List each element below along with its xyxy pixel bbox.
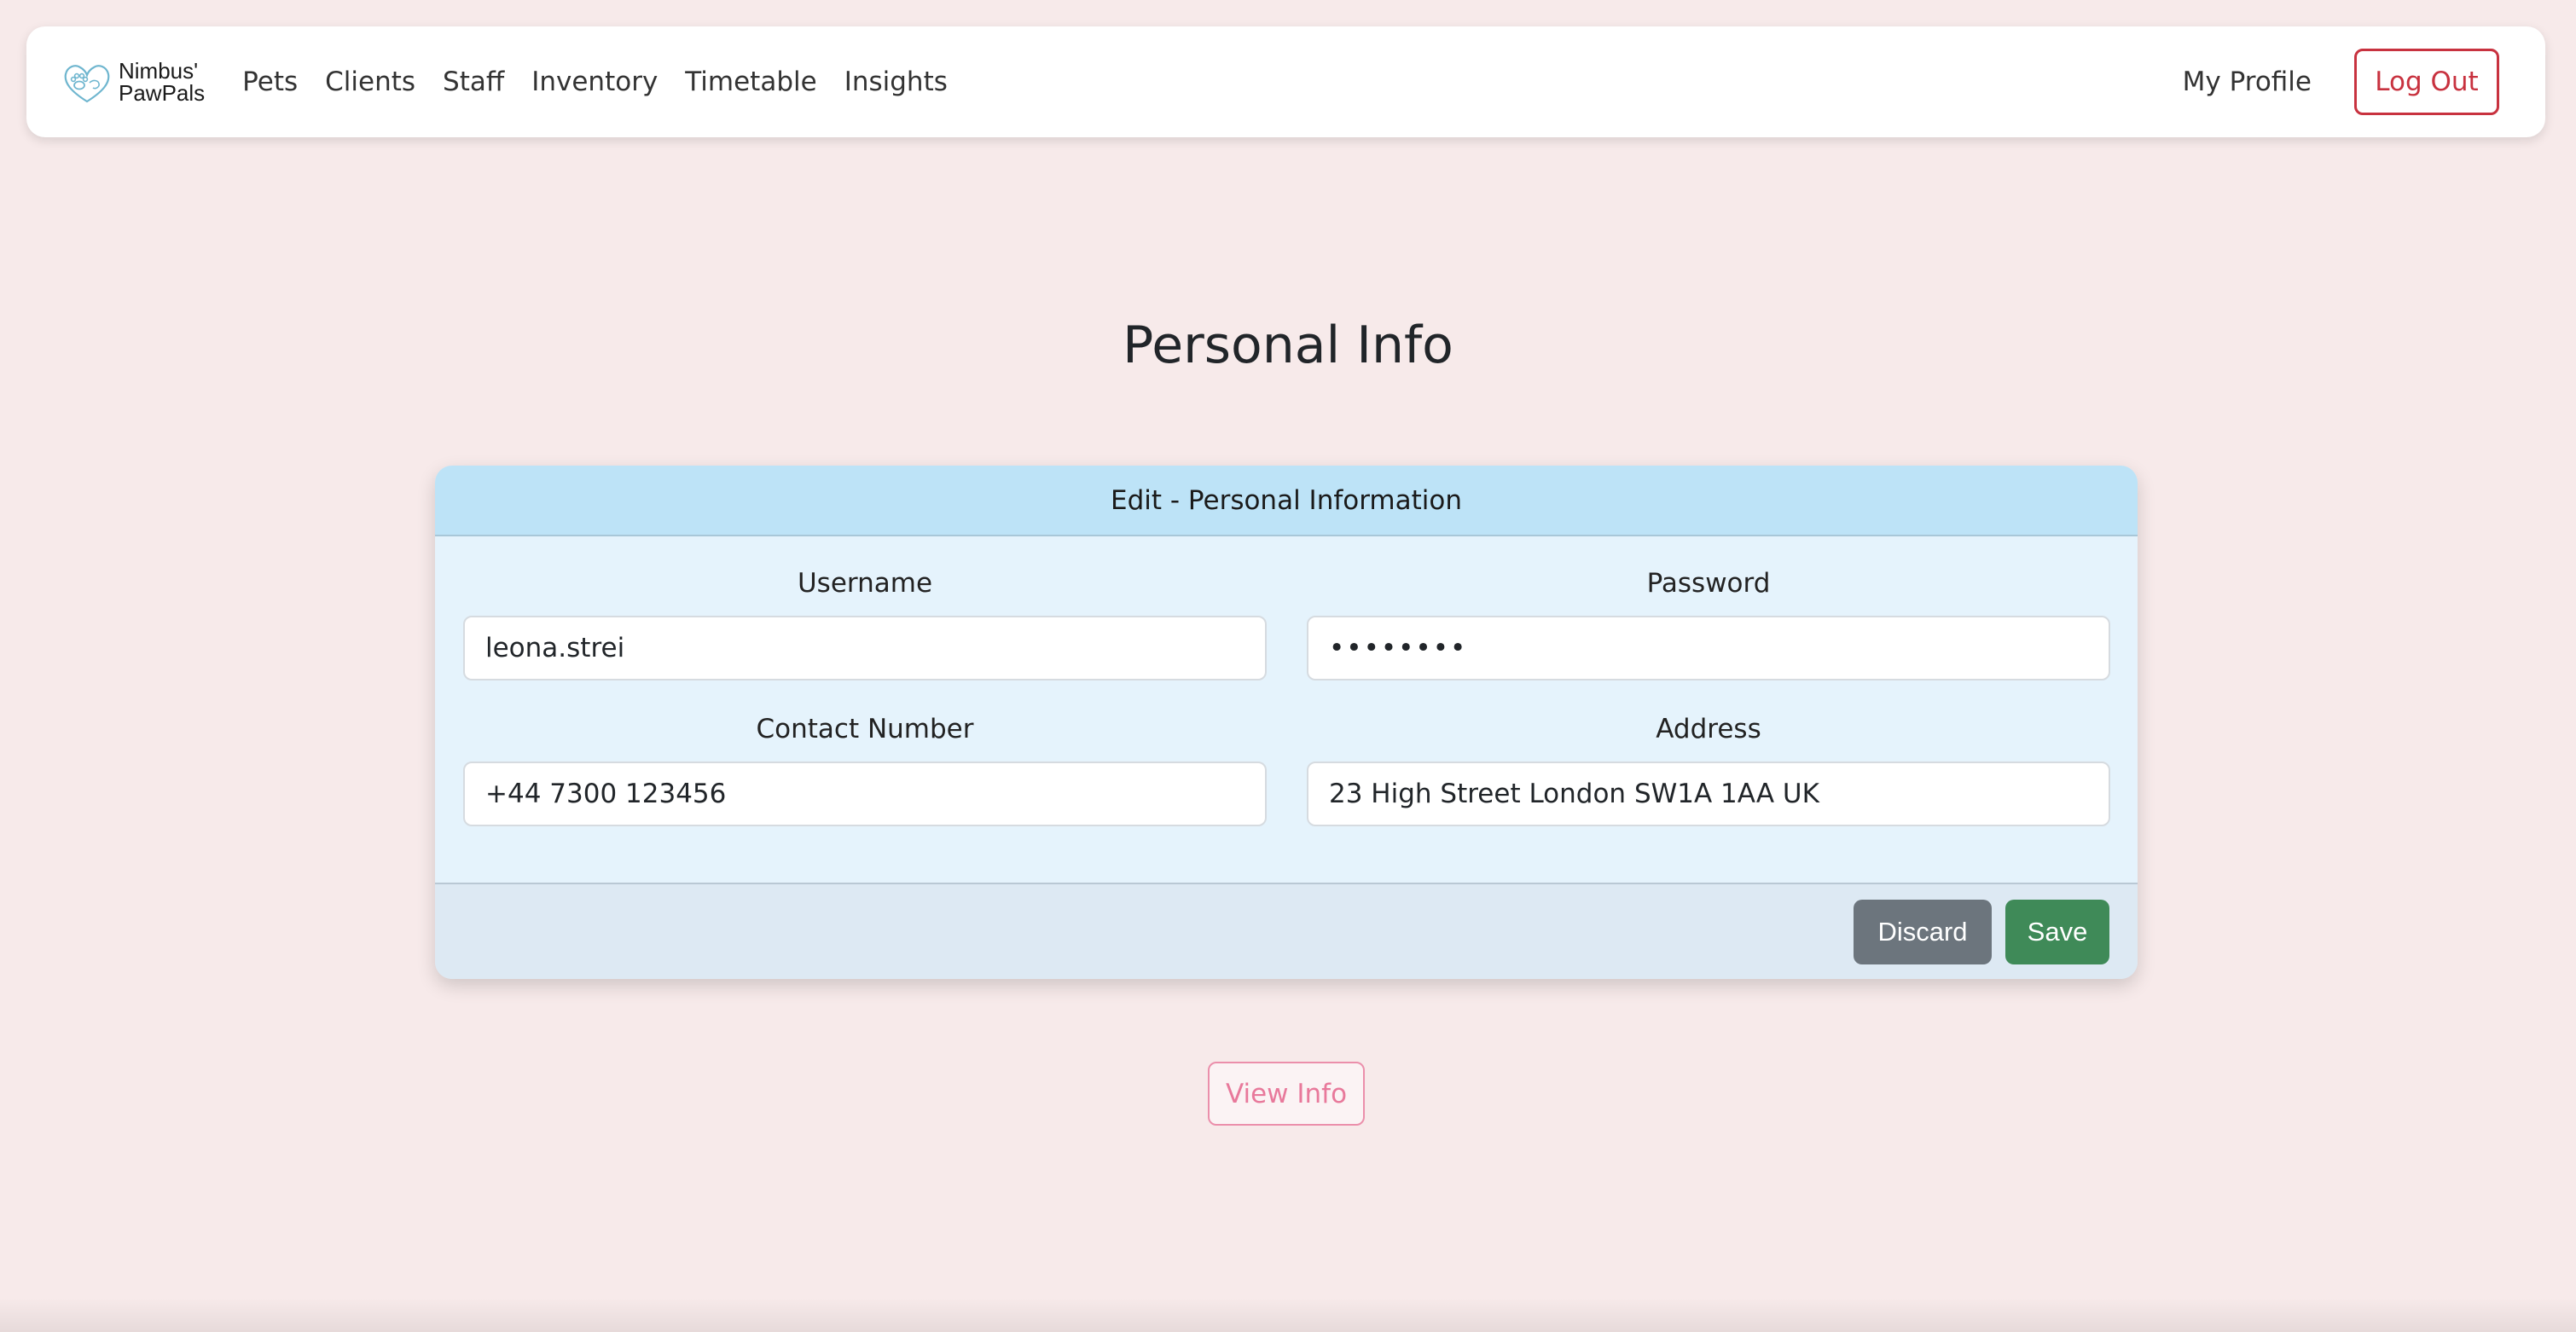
nav-links: Pets Clients Staff Inventory Timetable I…	[229, 67, 961, 97]
address-label: Address	[1656, 714, 1761, 744]
contact-number-label: Contact Number	[756, 714, 974, 744]
address-input[interactable]	[1307, 762, 2110, 826]
password-field-group: Password	[1307, 566, 2110, 680]
paw-heart-logo-icon	[64, 65, 110, 103]
edit-personal-info-card: Edit - Personal Information Username Pas…	[435, 466, 2138, 979]
card-header: Edit - Personal Information	[435, 466, 2138, 536]
save-button[interactable]: Save	[2005, 899, 2109, 964]
top-navbar: Nimbus' PawPals Pets Clients Staff Inven…	[26, 26, 2545, 137]
nav-right: My Profile Log Out	[2183, 49, 2511, 115]
logout-button[interactable]: Log Out	[2354, 49, 2499, 115]
discard-button[interactable]: Discard	[1854, 899, 1992, 964]
contact-number-field-group: Contact Number	[463, 712, 1267, 826]
username-label: Username	[797, 568, 933, 599]
username-field-group: Username	[463, 566, 1267, 680]
my-profile-link[interactable]: My Profile	[2183, 67, 2312, 97]
view-info-button[interactable]: View Info	[1208, 1062, 1365, 1126]
nav-link-timetable[interactable]: Timetable	[671, 67, 830, 97]
brand[interactable]: Nimbus' PawPals	[61, 57, 205, 107]
card-footer: Discard Save	[435, 883, 2138, 979]
password-label: Password	[1646, 568, 1771, 599]
nav-link-staff[interactable]: Staff	[429, 67, 518, 97]
brand-line-2: PawPals	[119, 80, 206, 106]
nav-link-pets[interactable]: Pets	[229, 67, 311, 97]
nav-link-inventory[interactable]: Inventory	[518, 67, 671, 97]
nav-link-clients[interactable]: Clients	[311, 67, 429, 97]
nav-link-insights[interactable]: Insights	[831, 67, 961, 97]
brand-name: Nimbus' PawPals	[119, 60, 205, 104]
brand-line-1: Nimbus'	[119, 58, 199, 84]
username-input[interactable]	[463, 616, 1267, 680]
address-field-group: Address	[1307, 712, 2110, 826]
page-title: Personal Info	[1123, 316, 1453, 375]
contact-number-input[interactable]	[463, 762, 1267, 826]
bottom-shadow	[0, 1298, 2576, 1332]
card-body: Username Password Contact Number Address	[435, 536, 2138, 881]
password-input[interactable]	[1307, 616, 2110, 680]
